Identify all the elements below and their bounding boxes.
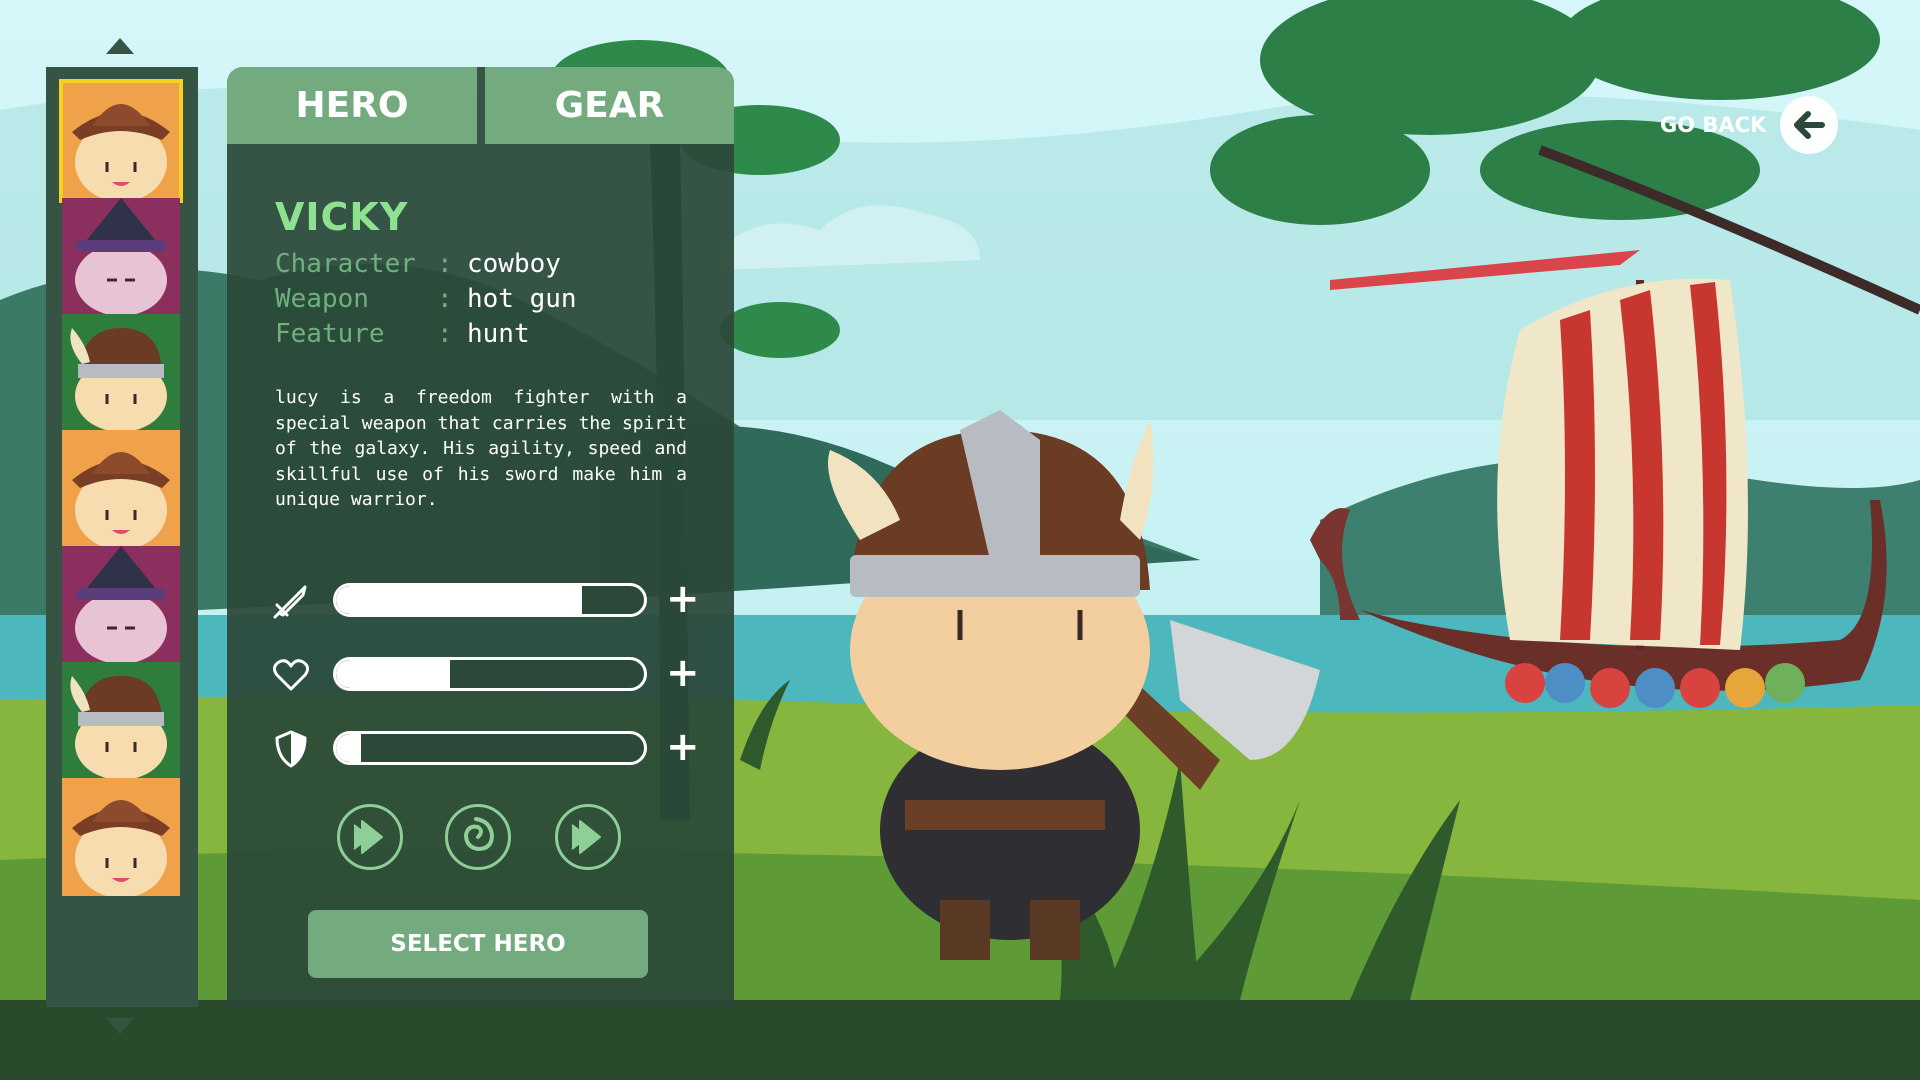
sword-icon <box>273 585 307 619</box>
go-back-button[interactable]: GO BACK <box>1660 95 1839 155</box>
attr-value: hot gun <box>467 284 577 314</box>
skill-slot-2[interactable] <box>445 804 511 870</box>
hero-thumb-witch[interactable] <box>62 546 180 664</box>
go-back-label: GO BACK <box>1660 113 1767 137</box>
defense-bar-fill <box>336 734 361 762</box>
attr-label: Character <box>275 249 416 279</box>
stat-defense: + <box>271 725 700 769</box>
shield-icon <box>275 730 307 768</box>
skill-slot-1[interactable] <box>337 804 403 870</box>
hero-thumb-cowboy[interactable] <box>62 778 180 896</box>
attr-separator: : <box>437 319 453 349</box>
select-hero-button[interactable]: SELECT HERO <box>308 910 648 978</box>
health-bar-fill <box>336 660 450 688</box>
defense-bar <box>333 731 647 765</box>
attr-label: Weapon <box>275 284 369 314</box>
attr-row-feature: Feature : hunt <box>275 317 577 352</box>
hero-detail-panel: HERO GEAR VICKY Character : cowboy Weapo… <box>227 67 734 1007</box>
arrow-left-icon <box>1780 96 1839 154</box>
attr-separator: : <box>437 284 453 314</box>
hero-name: VICKY <box>275 195 409 239</box>
hero-thumb-witch[interactable] <box>62 198 180 316</box>
stat-health: + <box>271 651 700 695</box>
hero-attributes: Character : cowboy Weapon : hot gun Feat… <box>275 247 577 352</box>
hero-list <box>46 67 198 1007</box>
dash-arrow-icon <box>353 820 383 854</box>
tab-hero[interactable]: HERO <box>227 67 477 144</box>
heart-icon <box>272 659 310 691</box>
health-plus-button[interactable]: + <box>666 651 700 695</box>
attr-value: hunt <box>467 319 530 349</box>
scroll-up-arrow[interactable] <box>106 38 134 54</box>
attr-label: Feature <box>275 319 385 349</box>
skill-slot-3[interactable] <box>555 804 621 870</box>
scroll-down-arrow[interactable] <box>106 1018 134 1034</box>
stat-attack: + <box>271 577 700 621</box>
attr-row-character: Character : cowboy <box>275 247 577 282</box>
attr-value: cowboy <box>467 249 561 279</box>
attr-row-weapon: Weapon : hot gun <box>275 282 577 317</box>
health-bar <box>333 657 647 691</box>
hero-thumb-viking[interactable] <box>62 314 180 432</box>
swirl-icon <box>463 817 495 852</box>
hero-thumb-cowboy[interactable] <box>62 430 180 548</box>
hero-thumb-cowboy[interactable] <box>59 79 183 203</box>
hero-thumb-viking[interactable] <box>62 662 180 780</box>
hero-description: lucy is a freedom fighter with a special… <box>275 387 687 510</box>
tab-gear[interactable]: GEAR <box>485 67 734 144</box>
panel-tabs: HERO GEAR <box>227 67 734 144</box>
defense-plus-button[interactable]: + <box>666 725 700 769</box>
attack-bar <box>333 583 647 617</box>
attack-plus-button[interactable]: + <box>666 577 700 621</box>
attr-separator: : <box>437 249 453 279</box>
dash-arrow-icon <box>571 820 601 854</box>
attack-bar-fill <box>336 586 583 614</box>
